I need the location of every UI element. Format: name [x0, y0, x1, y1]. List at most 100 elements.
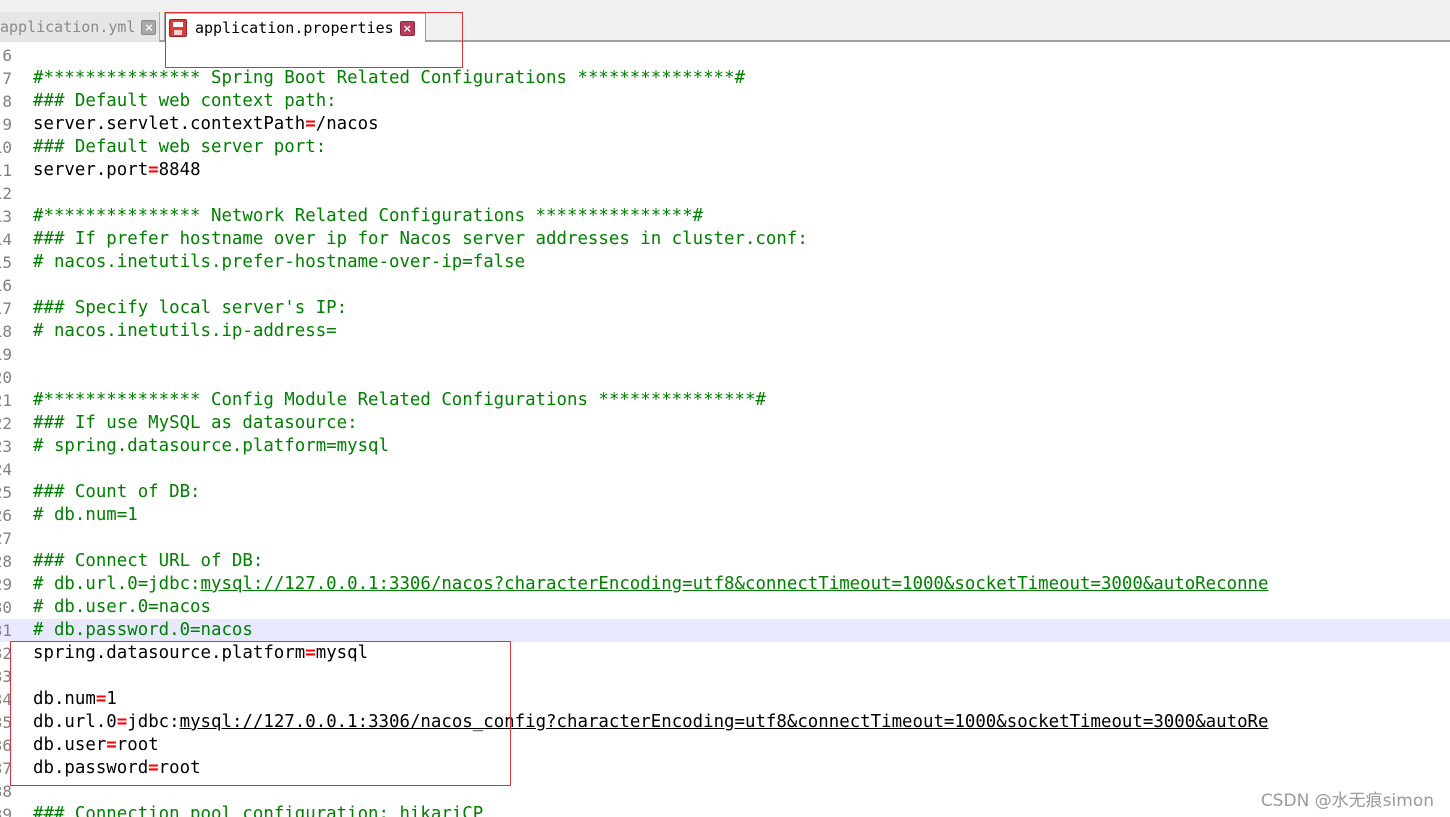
- line-number: 39: [0, 805, 12, 817]
- line-number: 16: [0, 276, 12, 295]
- code-token: db.password: [33, 758, 149, 778]
- operator-token: =: [95, 689, 107, 709]
- tab-application-yml[interactable]: application.yml ×: [0, 12, 160, 42]
- code-text[interactable]: ### If use MySQL as datasource:: [33, 412, 358, 435]
- code-text[interactable]: ### Default web server port:: [33, 136, 326, 159]
- code-line[interactable]: 33: [0, 665, 1450, 688]
- code-line[interactable]: 34 db.num=1: [0, 688, 1450, 711]
- line-number: 35: [0, 713, 12, 732]
- code-line[interactable]: 32 spring.datasource.platform=mysql: [0, 642, 1450, 665]
- line-number: 14: [0, 230, 12, 249]
- line-number: 17: [0, 299, 12, 318]
- code-text[interactable]: #*************** Network Related Configu…: [33, 205, 703, 228]
- code-token: 8848: [158, 160, 201, 180]
- code-line[interactable]: 11 server.port=8848: [0, 159, 1450, 182]
- line-number: 31: [0, 621, 12, 640]
- code-token: root: [116, 735, 159, 755]
- code-line[interactable]: 24: [0, 458, 1450, 481]
- line-number: 26: [0, 506, 12, 525]
- code-text[interactable]: #*************** Config Module Related C…: [33, 389, 766, 412]
- code-line[interactable]: 20: [0, 366, 1450, 389]
- code-line[interactable]: 36 db.user=root: [0, 734, 1450, 757]
- code-line[interactable]: 17 ### Specify local server's IP:: [0, 297, 1450, 320]
- code-text[interactable]: ### Count of DB:: [33, 481, 201, 504]
- code-line[interactable]: 37 db.password=root: [0, 757, 1450, 780]
- comment-token: ### Specify local server's IP:: [33, 298, 348, 318]
- tab-application-properties[interactable]: application.properties ×: [164, 12, 426, 42]
- line-number: 38: [0, 782, 12, 801]
- code-line[interactable]: 22 ### If use MySQL as datasource:: [0, 412, 1450, 435]
- code-line[interactable]: 29 # db.url.0=jdbc:mysql://127.0.0.1:3306…: [0, 573, 1450, 596]
- comment-token: #*************** Network Related Configu…: [33, 206, 704, 226]
- code-line[interactable]: 8 ### Default web context path:: [0, 90, 1450, 113]
- watermark: CSDN @水无痕simon: [1260, 791, 1434, 811]
- code-line[interactable]: 6: [0, 44, 1450, 67]
- code-text[interactable]: # db.url.0=jdbc:mysql://127.0.0.1:3306/n…: [33, 573, 1268, 596]
- code-line[interactable]: 30 # db.user.0=nacos: [0, 596, 1450, 619]
- line-number: 36: [0, 736, 12, 755]
- code-line[interactable]: 16: [0, 274, 1450, 297]
- code-line[interactable]: 25 ### Count of DB:: [0, 481, 1450, 504]
- code-text[interactable]: db.user=root: [33, 734, 159, 757]
- code-text[interactable]: # nacos.inetutils.prefer-hostname-over-i…: [33, 251, 525, 274]
- comment-token: #*************** Spring Boot Related Con…: [33, 68, 745, 88]
- operator-token: =: [305, 114, 316, 134]
- code-line[interactable]: 38: [0, 780, 1450, 803]
- operator-token: =: [106, 735, 117, 755]
- line-number: 13: [0, 207, 12, 226]
- code-text[interactable]: server.servlet.contextPath=/nacos: [33, 113, 379, 136]
- code-line[interactable]: 39 ### Connection pool configuration: hik…: [0, 803, 1450, 817]
- code-line[interactable]: 9 server.servlet.contextPath=/nacos: [0, 113, 1450, 136]
- operator-token: =: [305, 643, 316, 663]
- code-line[interactable]: 7 #*************** Spring Boot Related Co…: [0, 67, 1450, 90]
- code-line[interactable]: 10 ### Default web server port:: [0, 136, 1450, 159]
- code-line[interactable]: 13 #*************** Network Related Confi…: [0, 205, 1450, 228]
- code-line[interactable]: 14 ### If prefer hostname over ip for Nac…: [0, 228, 1450, 251]
- code-line[interactable]: 23 # spring.datasource.platform=mysql: [0, 435, 1450, 458]
- code-line[interactable]: 18 # nacos.inetutils.ip-address=: [0, 320, 1450, 343]
- comment-token: #*************** Config Module Related C…: [33, 390, 766, 410]
- line-number: 15: [0, 253, 12, 272]
- code-text[interactable]: # nacos.inetutils.ip-address=: [33, 320, 337, 343]
- line-number: 37: [0, 759, 12, 778]
- code-text[interactable]: ### Connect URL of DB:: [33, 550, 263, 573]
- line-number: 9: [2, 115, 12, 134]
- code-text[interactable]: spring.datasource.platform=mysql: [33, 642, 368, 665]
- code-text[interactable]: # db.num=1: [33, 504, 138, 527]
- code-line-current[interactable]: 31 # db.password.0=nacos: [0, 619, 1450, 642]
- operator-token: =: [148, 160, 159, 180]
- line-number: 27: [0, 529, 12, 548]
- code-line[interactable]: 26 # db.num=1: [0, 504, 1450, 527]
- code-editor[interactable]: 6 7 #*************** Spring Boot Related C…: [0, 44, 1450, 817]
- code-text[interactable]: ### If prefer hostname over ip for Nacos…: [33, 228, 808, 251]
- line-number: 28: [0, 552, 12, 571]
- code-line[interactable]: 21 #*************** Config Module Related…: [0, 389, 1450, 412]
- close-icon[interactable]: ×: [141, 19, 157, 35]
- code-token: jdbc:: [127, 712, 180, 732]
- code-text[interactable]: server.port=8848: [33, 159, 201, 182]
- code-line[interactable]: 15 # nacos.inetutils.prefer-hostname-over…: [0, 251, 1450, 274]
- code-text[interactable]: ### Connection pool configuration: hikar…: [33, 803, 483, 817]
- code-text[interactable]: #*************** Spring Boot Related Con…: [33, 67, 745, 90]
- code-token: 1: [106, 689, 117, 709]
- code-line[interactable]: 35 db.url.0=jdbc:mysql://127.0.0.1:3306/n…: [0, 711, 1450, 734]
- code-line[interactable]: 28 ### Connect URL of DB:: [0, 550, 1450, 573]
- code-token: root: [158, 758, 201, 778]
- code-text[interactable]: ### Specify local server's IP:: [33, 297, 347, 320]
- code-line[interactable]: 19: [0, 343, 1450, 366]
- code-text[interactable]: db.num=1: [33, 688, 117, 711]
- line-number: 20: [0, 368, 12, 387]
- comment-token: # db.url.0=jdbc:: [33, 574, 201, 594]
- code-text[interactable]: ### Default web context path:: [33, 90, 337, 113]
- line-number: 34: [0, 690, 12, 709]
- code-line[interactable]: 12: [0, 182, 1450, 205]
- code-text[interactable]: # db.password.0=nacos: [33, 619, 253, 642]
- close-icon[interactable]: ×: [399, 20, 415, 36]
- code-text[interactable]: # spring.datasource.platform=mysql: [33, 435, 389, 458]
- comment-token: # db.password.0=nacos: [33, 620, 253, 640]
- code-line[interactable]: 27: [0, 527, 1450, 550]
- code-text[interactable]: # db.user.0=nacos: [33, 596, 211, 619]
- code-text[interactable]: db.password=root: [33, 757, 201, 780]
- code-text[interactable]: db.url.0=jdbc:mysql://127.0.0.1:3306/nac…: [33, 711, 1269, 734]
- line-number: 6: [2, 46, 12, 65]
